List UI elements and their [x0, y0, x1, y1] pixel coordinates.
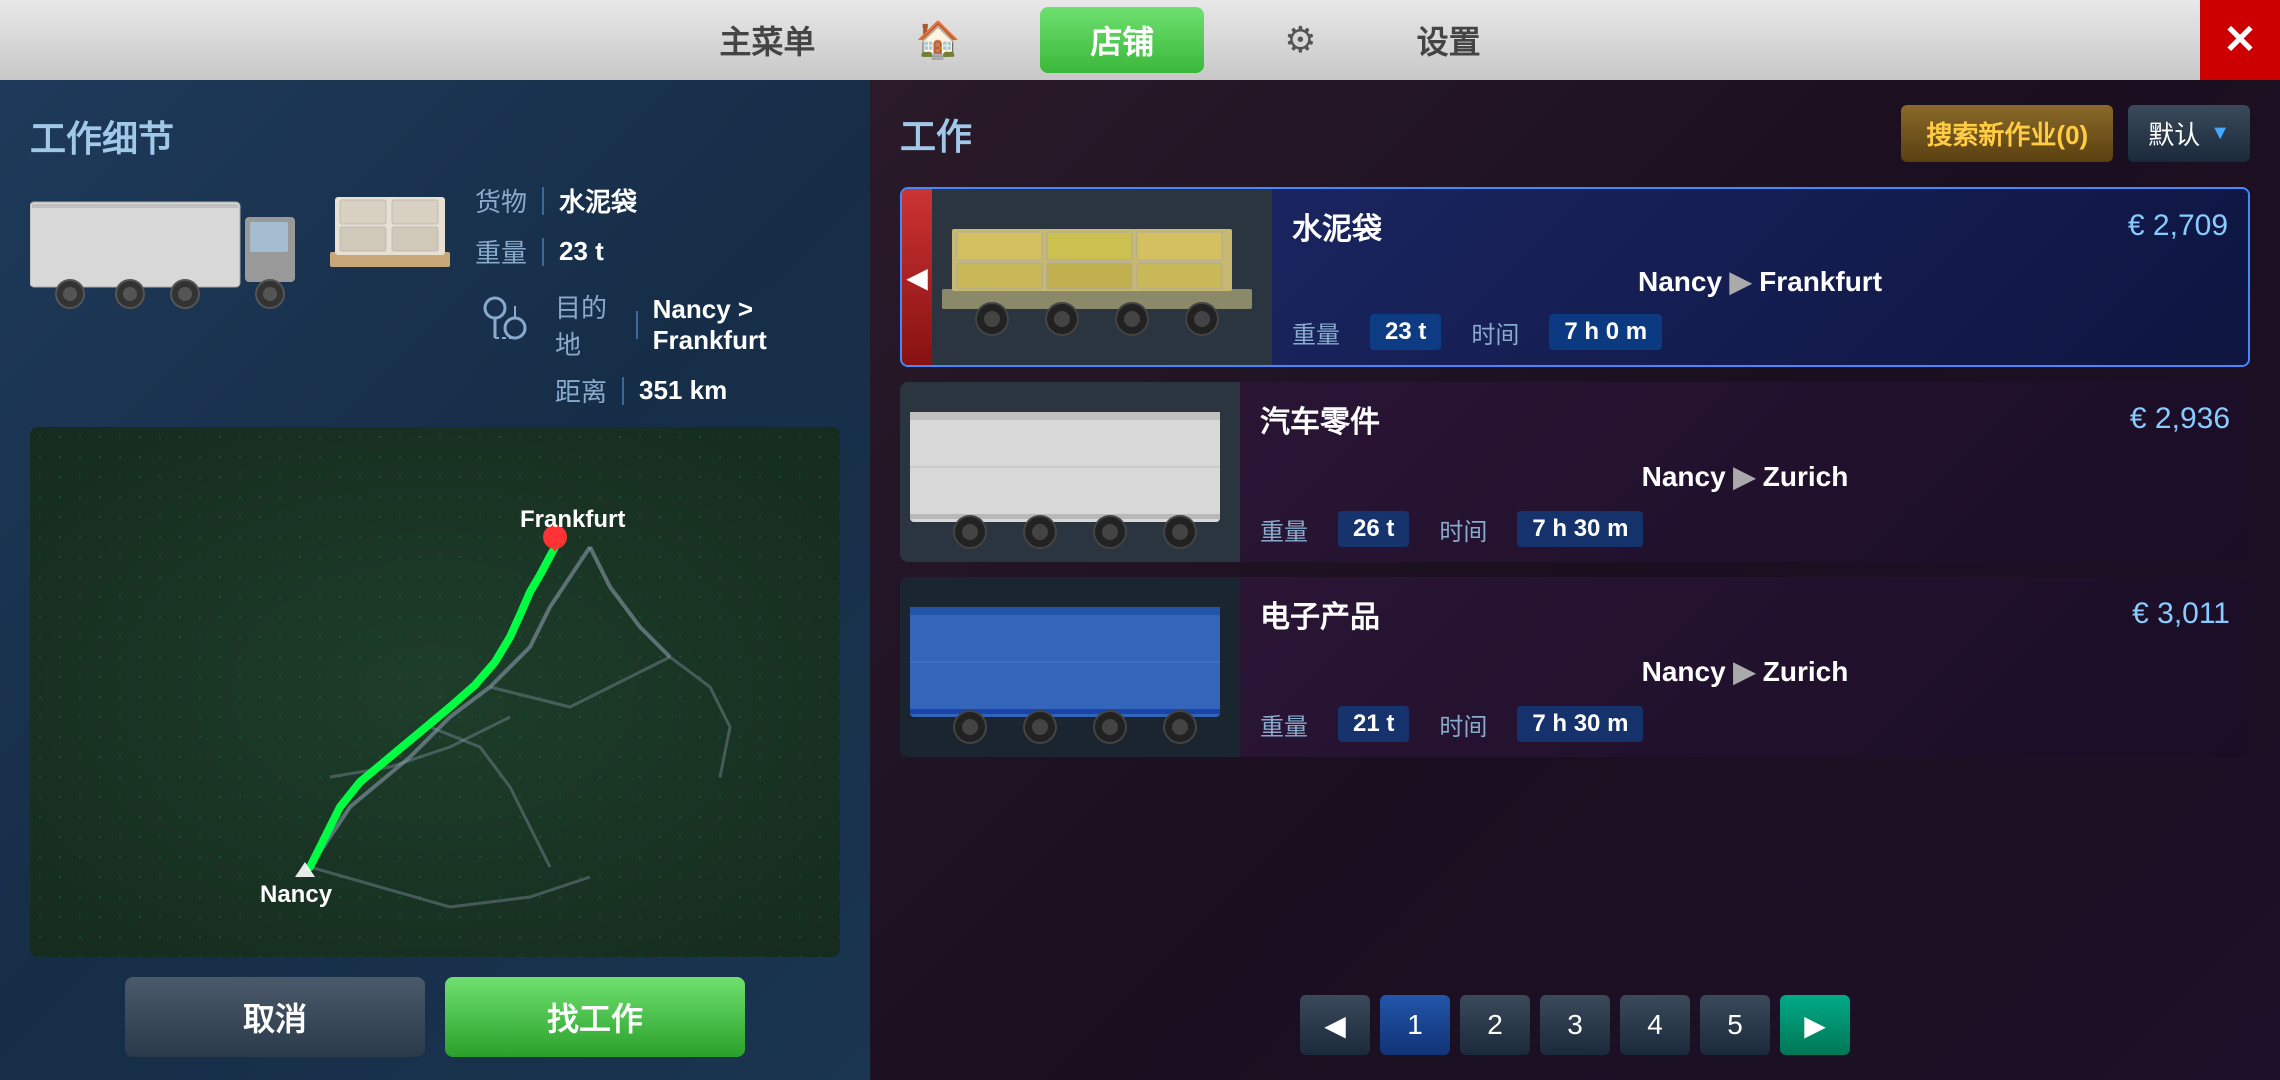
time-value-3: 7 h 30 m [1517, 706, 1643, 742]
weight-label-3: 重量 [1260, 707, 1308, 742]
sort-label: 默认 [2148, 115, 2200, 152]
job-card-2[interactable]: 汽车零件 € 2,936 Nancy ▶ Zurich 重量 26 t 时间 7… [900, 382, 2250, 562]
weight-value-2: 26 t [1338, 511, 1409, 547]
distance-value: 351 km [639, 375, 727, 406]
pagination: ◀ 1 2 3 4 5 ▶ [900, 995, 2250, 1055]
nav-settings[interactable]: 设置 [1397, 7, 1501, 73]
weight-value-1: 23 t [1370, 314, 1441, 350]
svg-text:Frankfurt: Frankfurt [520, 506, 625, 533]
page-3-button[interactable]: 3 [1540, 995, 1610, 1055]
location-icon [475, 288, 535, 363]
cargo-image [325, 182, 455, 287]
dropdown-arrow-icon: ▼ [2210, 122, 2230, 145]
page-5-button[interactable]: 5 [1700, 995, 1770, 1055]
page-2-button[interactable]: 2 [1460, 995, 1530, 1055]
job-stats-1: 重量 23 t 时间 7 h 0 m [1292, 314, 2228, 350]
time-label-2: 时间 [1439, 512, 1487, 547]
job-cards-list: ◀ [900, 187, 2250, 980]
settings-icon[interactable]: ⚙ [1284, 19, 1316, 61]
weight-label-1: 重量 [1292, 315, 1340, 350]
time-label-1: 时间 [1471, 315, 1519, 350]
job-detail-title: 工作细节 [30, 110, 840, 162]
action-buttons: 取消 找工作 [30, 977, 840, 1057]
cargo-value: 水泥袋 [559, 182, 637, 219]
svg-text:Nancy: Nancy [260, 881, 333, 908]
job-route-2: Nancy ▶ Zurich [1260, 460, 2230, 493]
page-4-button[interactable]: 4 [1620, 995, 1690, 1055]
page-prev-button[interactable]: ◀ [1300, 995, 1370, 1055]
close-icon: ✕ [2223, 17, 2257, 63]
truck-image [30, 182, 300, 317]
job-card-header-1: 水泥袋 € 2,709 [1292, 204, 2228, 248]
home-icon[interactable]: 🏠 [915, 19, 960, 61]
destination-value: Nancy > Frankfurt [653, 294, 840, 356]
page-next-button[interactable]: ▶ [1780, 995, 1850, 1055]
job-route-3: Nancy ▶ Zurich [1260, 655, 2230, 688]
time-value-2: 7 h 30 m [1517, 511, 1643, 547]
weight-label: 重量 [475, 233, 527, 270]
location-details: 目的地 Nancy > Frankfurt 距离 351 km [555, 288, 840, 409]
nav-main-menu[interactable]: 主菜单 [699, 7, 835, 73]
job-card-3[interactable]: 电子产品 € 3,011 Nancy ▶ Zurich 重量 21 t 时间 7… [900, 577, 2250, 757]
job-stats-3: 重量 21 t 时间 7 h 30 m [1260, 706, 2230, 742]
selected-indicator: ◀ [902, 189, 932, 365]
jobs-panel: 工作 搜索新作业(0) 默认 ▼ ◀ [870, 80, 2280, 1080]
destination-label: 目的地 [555, 288, 621, 362]
distance-label: 距离 [555, 372, 607, 409]
job-route-1: Nancy ▶ Frankfurt [1292, 265, 2228, 298]
jobs-header: 工作 搜索新作业(0) 默认 ▼ [900, 105, 2250, 162]
find-job-button[interactable]: 找工作 [445, 977, 745, 1057]
nav-items: 主菜单 🏠 店铺 ⚙ 设置 [0, 7, 2200, 73]
job-card-header-2: 汽车零件 € 2,936 [1260, 397, 2230, 441]
job-price-1: € 2,709 [2128, 209, 2228, 243]
route-map: Nancy Frankfurt [30, 427, 840, 957]
jobs-title: 工作 [900, 108, 972, 160]
page-1-button[interactable]: 1 [1380, 995, 1450, 1055]
job-info-1: 水泥袋 € 2,709 Nancy ▶ Frankfurt 重量 23 t 时间… [1272, 189, 2248, 365]
job-cargo-3: 电子产品 [1260, 592, 1380, 636]
job-card-1[interactable]: ◀ [900, 187, 2250, 367]
job-detail-panel: 工作细节 [0, 80, 870, 1080]
time-label-3: 时间 [1439, 707, 1487, 742]
weight-label-2: 重量 [1260, 512, 1308, 547]
job-image-flatbed [932, 189, 1272, 365]
time-value-1: 7 h 0 m [1549, 314, 1662, 350]
job-image-box-white [900, 382, 1240, 562]
job-price-3: € 3,011 [2132, 597, 2230, 631]
weight-value-3: 21 t [1338, 706, 1409, 742]
close-button[interactable]: ✕ [2200, 0, 2280, 80]
search-new-job-button[interactable]: 搜索新作业(0) [1901, 105, 2113, 162]
jobs-controls: 搜索新作业(0) 默认 ▼ [1901, 105, 2250, 162]
job-info-2: 汽车零件 € 2,936 Nancy ▶ Zurich 重量 26 t 时间 7… [1240, 382, 2250, 562]
sort-default-select[interactable]: 默认 ▼ [2128, 105, 2250, 162]
job-stats-2: 重量 26 t 时间 7 h 30 m [1260, 511, 2230, 547]
job-cargo-1: 水泥袋 [1292, 204, 1382, 248]
job-image-box-blue [900, 577, 1240, 757]
cargo-label: 货物 [475, 182, 527, 219]
nav-shop[interactable]: 店铺 [1040, 7, 1204, 73]
job-cargo-2: 汽车零件 [1260, 397, 1380, 441]
main-content: 工作细节 [0, 80, 2280, 1080]
job-price-2: € 2,936 [2130, 402, 2230, 436]
job-info-3: 电子产品 € 3,011 Nancy ▶ Zurich 重量 21 t 时间 7… [1240, 577, 2250, 757]
job-info-details: 货物 水泥袋 重量 23 t [475, 182, 840, 409]
job-card-header-3: 电子产品 € 3,011 [1260, 592, 2230, 636]
cancel-button[interactable]: 取消 [125, 977, 425, 1057]
weight-value: 23 t [559, 236, 604, 267]
top-navigation: 主菜单 🏠 店铺 ⚙ 设置 ✕ [0, 0, 2280, 80]
